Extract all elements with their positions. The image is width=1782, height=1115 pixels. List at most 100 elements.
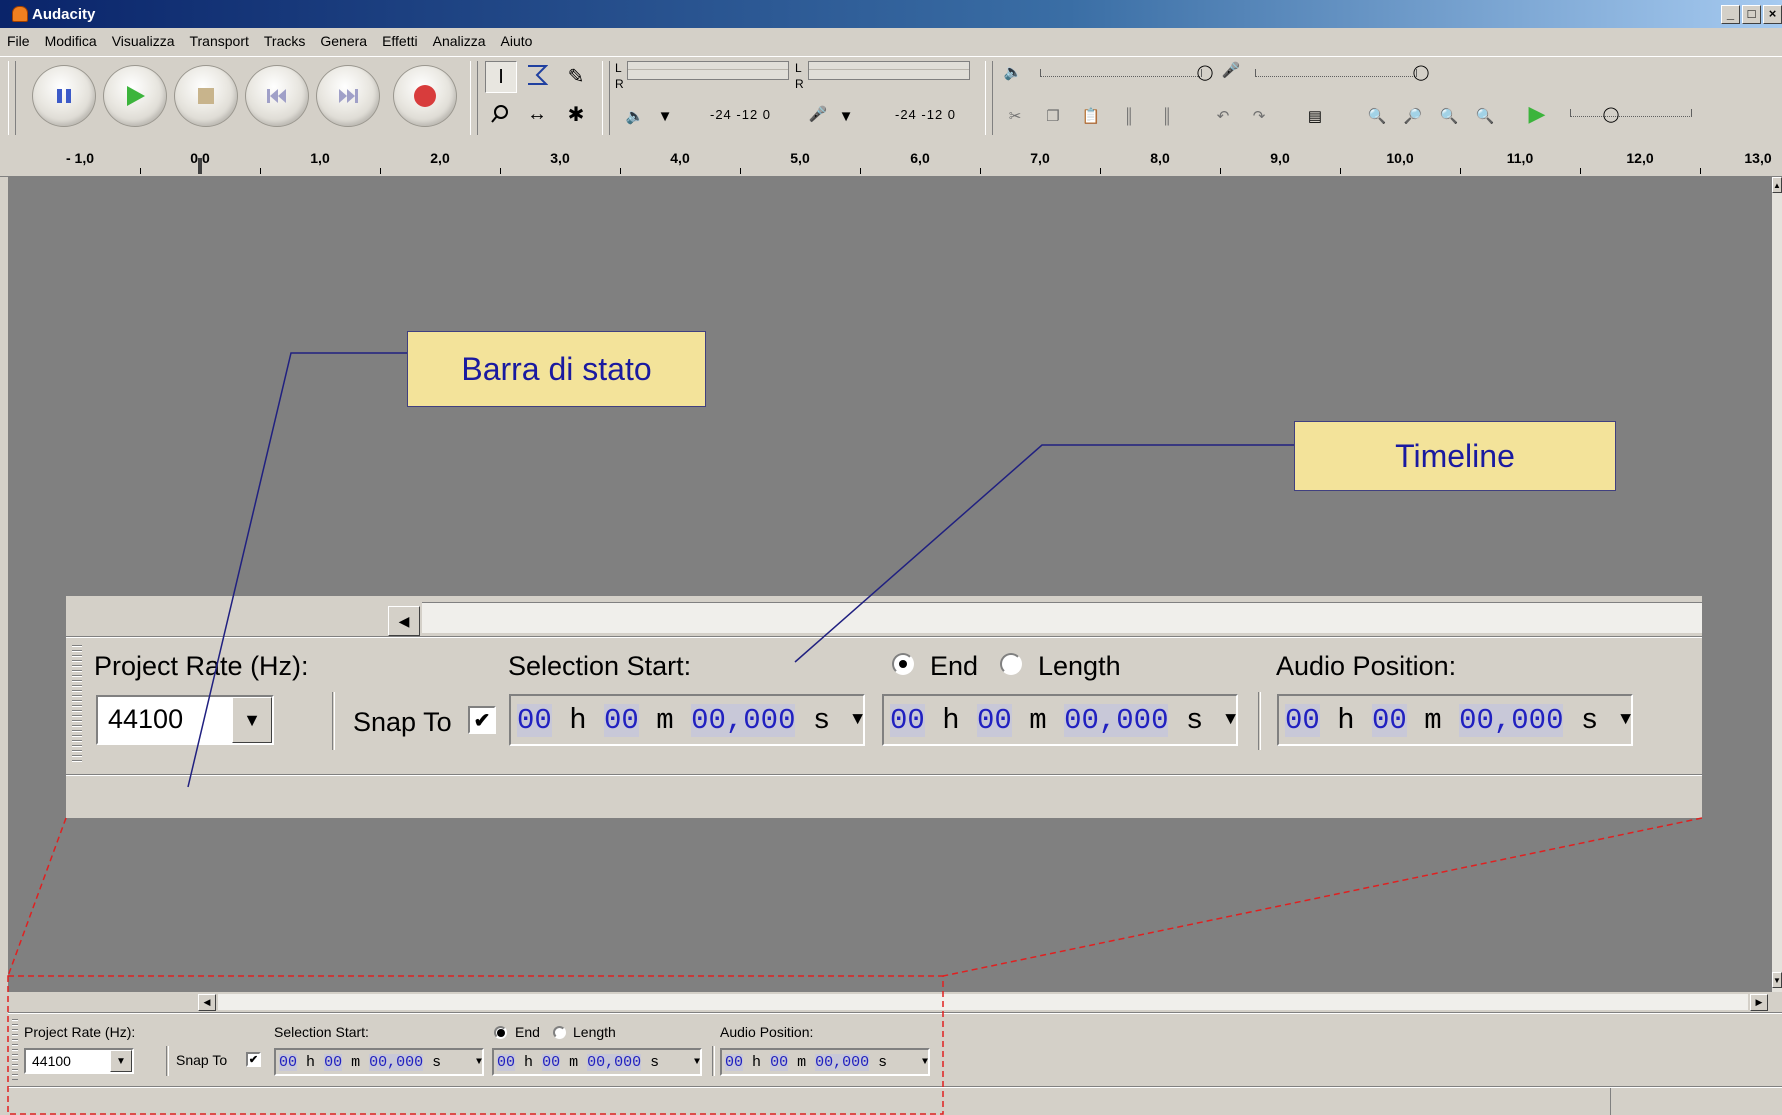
menu-visualizza[interactable]: Visualizza	[105, 33, 183, 49]
selection-start-format-icon[interactable]: ▼	[852, 710, 863, 730]
record-meter-left-label: L	[795, 61, 802, 75]
title-bar: Audacity _ □ ×	[0, 0, 1782, 28]
menu-effetti[interactable]: Effetti	[375, 33, 426, 49]
ruler-label: 2,0	[430, 150, 450, 166]
playback-meter-menu-icon[interactable]: ▼	[652, 103, 678, 129]
project-rate-dropdown-icon-small[interactable]: ▼	[110, 1050, 132, 1072]
cut-icon[interactable]: ✂	[1002, 103, 1028, 129]
record-icon	[394, 66, 456, 126]
mixer-grip[interactable]	[985, 61, 993, 135]
length-radio-small[interactable]	[553, 1026, 566, 1039]
selection-start-time[interactable]: 00 h 00 m 00,000 s ▼	[509, 694, 865, 746]
selection-end-time-small[interactable]: 00 h 00 m 00,000 s ▼	[492, 1048, 702, 1076]
vertical-scrollbar[interactable]: ▲ ▼	[1772, 177, 1782, 992]
trim-icon[interactable]: ║	[1116, 103, 1142, 129]
magnified-toolbar-grip[interactable]	[72, 642, 82, 762]
end-radio-small[interactable]	[494, 1026, 507, 1039]
close-button[interactable]: ×	[1763, 5, 1782, 24]
meter-grip[interactable]	[602, 61, 610, 135]
menu-file[interactable]: File	[0, 33, 38, 49]
horizontal-scrollbar[interactable]: ◀ ▶	[8, 992, 1772, 1012]
project-rate-combo[interactable]: 44100 ▼	[96, 695, 274, 745]
scroll-up-icon[interactable]: ▲	[1772, 177, 1782, 193]
magnified-horizontal-scrollbar[interactable]: ◀	[66, 602, 1702, 636]
zoom-in-icon[interactable]: 🔍	[1364, 103, 1390, 129]
sync-lock-icon[interactable]: ▤	[1302, 103, 1328, 129]
minimize-button[interactable]: _	[1721, 5, 1740, 24]
snap-to-checkbox[interactable]: ✔	[468, 706, 496, 734]
multi-tool-icon[interactable]: ✱	[561, 99, 591, 129]
audio-position-label: Audio Position:	[1276, 651, 1457, 681]
track-area[interactable]	[8, 177, 1772, 992]
project-rate-dropdown-icon[interactable]: ▼	[232, 697, 272, 743]
stop-button[interactable]	[174, 65, 238, 127]
maximize-button[interactable]: □	[1742, 5, 1761, 24]
project-rate-combo-small[interactable]: 44100 ▼	[24, 1048, 134, 1074]
input-volume-thumb[interactable]: ◯	[1408, 59, 1434, 85]
skip-to-start-button[interactable]	[245, 65, 309, 127]
selection-end-format-icon-small[interactable]: ▼	[694, 1057, 700, 1068]
selection-toolbar-grip[interactable]	[12, 1016, 18, 1080]
draw-tool-icon[interactable]: ✎	[561, 61, 591, 91]
ruler-label: 3,0	[550, 150, 570, 166]
zoom-out-icon[interactable]: 🔎	[1400, 103, 1426, 129]
selection-start-time-small[interactable]: 00 h 00 m 00,000 s ▼	[274, 1048, 484, 1076]
length-label-small: Length	[573, 1024, 616, 1040]
fit-selection-icon[interactable]: 🔍	[1436, 103, 1462, 129]
paste-icon[interactable]: 📋	[1078, 103, 1104, 129]
playback-meter-right-label: R	[615, 77, 624, 91]
ruler-label: 4,0	[670, 150, 690, 166]
audio-position-time-small[interactable]: 00 h 00 m 00,000 s ▼	[720, 1048, 930, 1076]
selection-end-time[interactable]: 00 h 00 m 00,000 s ▼	[882, 694, 1238, 746]
selection-start-format-icon-small[interactable]: ▼	[476, 1057, 482, 1068]
output-volume-thumb[interactable]: ◯	[1192, 59, 1218, 85]
snap-to-checkbox-small[interactable]: ✔	[246, 1052, 261, 1067]
record-meter[interactable]	[808, 61, 970, 80]
envelope-tool-icon[interactable]	[522, 61, 552, 91]
copy-icon[interactable]: ❐	[1040, 103, 1066, 129]
play-speed-thumb[interactable]: ◯	[1598, 101, 1624, 127]
audio-position-time[interactable]: 00 h 00 m 00,000 s ▼	[1277, 694, 1633, 746]
selection-tool-icon[interactable]: I	[485, 61, 517, 93]
scroll-right-icon[interactable]: ▶	[1750, 994, 1768, 1011]
speaker-icon[interactable]: 🔈	[622, 103, 648, 129]
end-radio[interactable]	[892, 653, 914, 675]
undo-icon[interactable]: ↶	[1210, 103, 1236, 129]
redo-icon[interactable]: ↷	[1246, 103, 1272, 129]
audio-position-format-icon-small[interactable]: ▼	[922, 1057, 928, 1068]
record-meter-menu-icon[interactable]: ▼	[833, 103, 859, 129]
fit-project-icon[interactable]: 🔍	[1472, 103, 1498, 129]
playback-meter-left-label: L	[615, 61, 622, 75]
output-volume-slider[interactable]	[1040, 69, 1202, 77]
menu-modifica[interactable]: Modifica	[38, 33, 105, 49]
menu-analizza[interactable]: Analizza	[426, 33, 494, 49]
project-rate-label-small: Project Rate (Hz):	[24, 1024, 136, 1040]
menu-tracks[interactable]: Tracks	[257, 33, 313, 49]
skip-to-end-button[interactable]	[316, 65, 380, 127]
menu-genera[interactable]: Genera	[313, 33, 375, 49]
scroll-down-icon[interactable]: ▼	[1772, 972, 1782, 988]
scroll-left-icon[interactable]: ◀	[198, 994, 216, 1011]
play-at-speed-icon[interactable]: ▶	[1524, 101, 1550, 127]
menu-transport[interactable]: Transport	[182, 33, 256, 49]
play-button[interactable]	[103, 65, 167, 127]
playback-meter[interactable]	[627, 61, 789, 80]
selection-end-format-icon[interactable]: ▼	[1225, 710, 1236, 730]
record-button[interactable]	[393, 65, 457, 127]
pause-button[interactable]	[32, 65, 96, 127]
play-speed-slider[interactable]	[1570, 109, 1692, 117]
audio-position-label-small: Audio Position:	[720, 1024, 814, 1040]
audio-position-format-icon[interactable]: ▼	[1620, 710, 1631, 730]
window-title: Audacity	[32, 5, 96, 23]
tools-grip[interactable]	[470, 61, 478, 135]
menu-aiuto[interactable]: Aiuto	[494, 33, 541, 49]
magnified-scroll-left-icon[interactable]: ◀	[388, 606, 420, 636]
timeline-ruler[interactable]: - 1,0 0,0 1,0 2,0 3,0 4,0 5,0 6,0 7,0 8,…	[0, 140, 1782, 177]
time-shift-tool-icon[interactable]: ↔	[522, 99, 552, 129]
input-volume-slider[interactable]	[1255, 69, 1417, 77]
microphone-icon[interactable]: 🎤	[805, 101, 831, 127]
length-radio[interactable]	[1000, 653, 1022, 675]
zoom-tool-icon[interactable]	[485, 99, 515, 129]
toolbar-grip[interactable]	[8, 61, 16, 135]
silence-icon[interactable]: ║	[1154, 103, 1180, 129]
